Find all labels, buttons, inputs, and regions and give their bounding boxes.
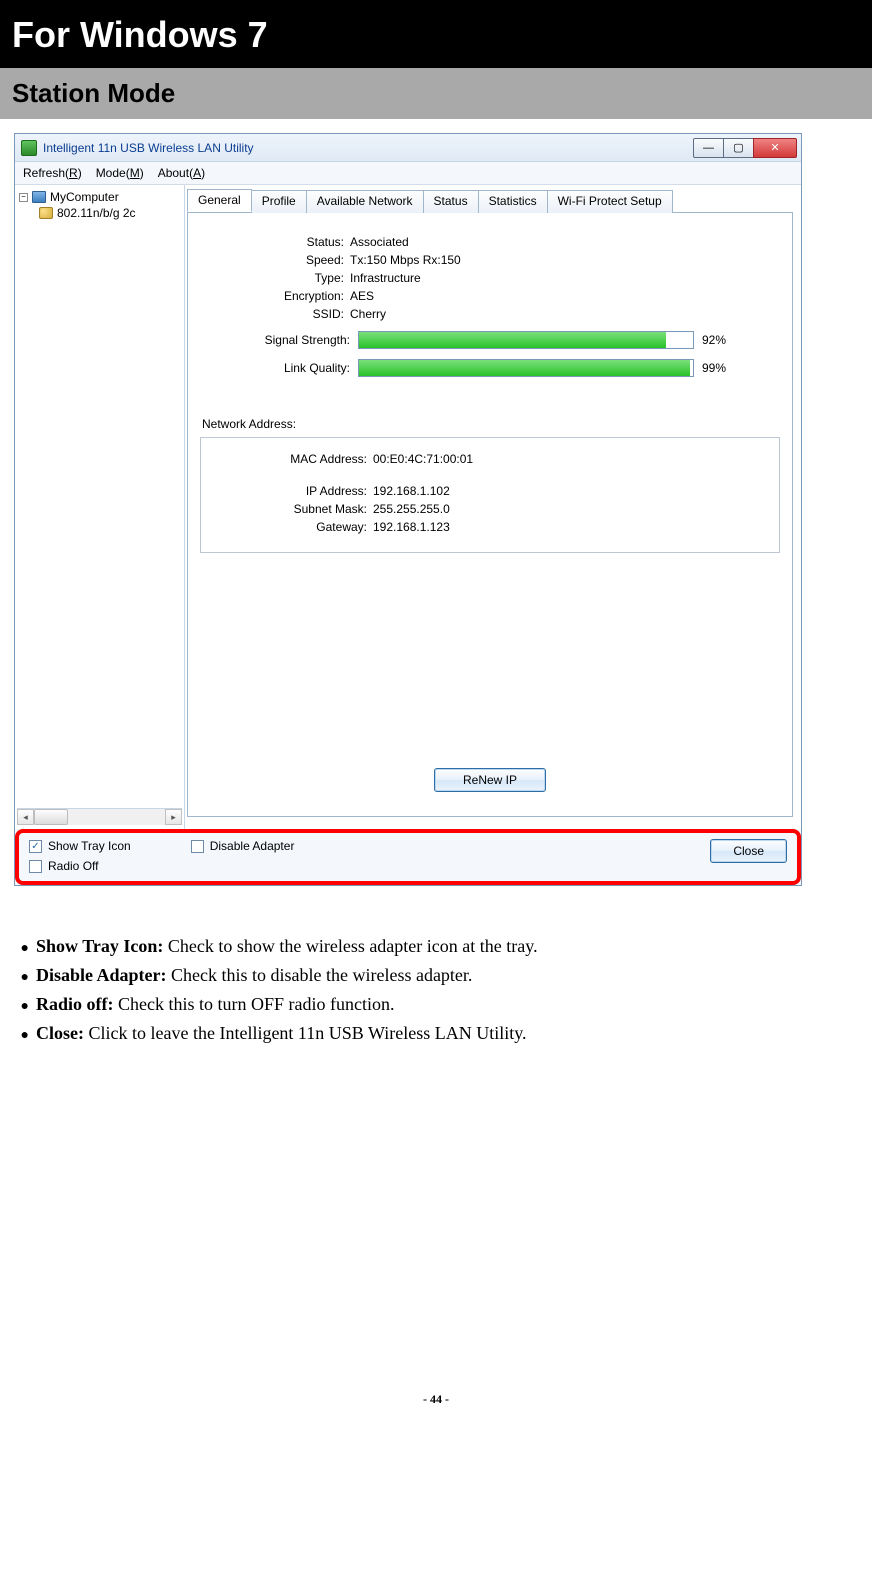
titlebar: Intelligent 11n USB Wireless LAN Utility…: [15, 134, 801, 162]
general-panel: Status: Associated Speed: Tx:150 Mbps Rx…: [187, 213, 793, 817]
menu-mode[interactable]: Mode(M): [96, 166, 144, 180]
value-speed: Tx:150 Mbps Rx:150: [350, 253, 461, 267]
footer-highlight-box: ✓ Show Tray Icon Radio Off Disable Adapt…: [15, 829, 801, 885]
app-window: Intelligent 11n USB Wireless LAN Utility…: [14, 133, 802, 886]
window-close-button[interactable]: ✕: [753, 138, 797, 158]
tree-adapter-label: 802.11n/b/g 2c: [57, 206, 136, 220]
maximize-button[interactable]: ▢: [723, 138, 753, 158]
label-network-address: Network Address:: [200, 417, 780, 431]
list-item: Disable Adapter: Check this to disable t…: [36, 965, 852, 986]
value-ssid: Cherry: [350, 307, 386, 321]
label-speed: Speed:: [200, 253, 350, 267]
checkbox-radio-off[interactable]: Radio Off: [29, 859, 131, 873]
menu-about[interactable]: About(A): [158, 166, 205, 180]
tree-expander-icon[interactable]: −: [19, 193, 28, 202]
checkbox-icon: ✓: [29, 840, 42, 853]
checkbox-show-tray-icon[interactable]: ✓ Show Tray Icon: [29, 839, 131, 853]
tab-general[interactable]: General: [187, 189, 252, 212]
tab-wifi-protect-setup[interactable]: Wi-Fi Protect Setup: [547, 190, 673, 213]
tree-horizontal-scrollbar[interactable]: ◂ ▸: [17, 808, 182, 825]
list-item: Show Tray Icon: Check to show the wirele…: [36, 936, 852, 957]
tree-root-label: MyComputer: [50, 190, 119, 204]
list-item: Close: Click to leave the Intelligent 11…: [36, 1023, 852, 1044]
value-type: Infrastructure: [350, 271, 421, 285]
checkbox-label: Radio Off: [48, 859, 98, 873]
tab-available-network[interactable]: Available Network: [306, 190, 424, 213]
label-signal-strength: Signal Strength:: [200, 333, 350, 347]
value-encryption: AES: [350, 289, 374, 303]
value-gateway: 192.168.1.123: [373, 520, 450, 534]
value-mac: 00:E0:4C:71:00:01: [373, 452, 473, 466]
value-status: Associated: [350, 235, 409, 249]
window-title: Intelligent 11n USB Wireless LAN Utility: [43, 141, 254, 155]
menu-refresh[interactable]: Refresh(R): [23, 166, 82, 180]
minimize-button[interactable]: —: [693, 138, 723, 158]
label-subnet: Subnet Mask:: [213, 502, 373, 516]
value-subnet: 255.255.255.0: [373, 502, 450, 516]
scroll-left-button[interactable]: ◂: [17, 809, 34, 825]
checkbox-icon: [191, 840, 204, 853]
value-ip: 192.168.1.102: [373, 484, 450, 498]
checkbox-label: Disable Adapter: [210, 839, 295, 853]
value-link-quality: 99%: [702, 361, 726, 375]
close-button[interactable]: Close: [710, 839, 787, 863]
label-ip: IP Address:: [213, 484, 373, 498]
tab-profile[interactable]: Profile: [251, 190, 307, 213]
checkbox-disable-adapter[interactable]: Disable Adapter: [191, 839, 295, 853]
link-quality-bar: [358, 359, 694, 377]
menubar: Refresh(R) Mode(M) About(A): [15, 162, 801, 185]
label-mac: MAC Address:: [213, 452, 373, 466]
renew-ip-button[interactable]: ReNew IP: [434, 768, 546, 792]
scroll-thumb[interactable]: [34, 809, 68, 825]
tab-statistics[interactable]: Statistics: [478, 190, 548, 213]
page-number: - 44 -: [0, 1062, 872, 1427]
checkbox-label: Show Tray Icon: [48, 839, 131, 853]
label-gateway: Gateway:: [213, 520, 373, 534]
label-ssid: SSID:: [200, 307, 350, 321]
page-heading-2: Station Mode: [0, 68, 872, 119]
label-encryption: Encryption:: [200, 289, 350, 303]
value-signal-strength: 92%: [702, 333, 726, 347]
label-link-quality: Link Quality:: [200, 361, 350, 375]
signal-strength-bar: [358, 331, 694, 349]
device-tree: − MyComputer 802.11n/b/g 2c ◂ ▸: [15, 185, 185, 829]
tree-root[interactable]: − MyComputer: [17, 189, 182, 205]
tab-status[interactable]: Status: [423, 190, 479, 213]
app-icon: [21, 140, 37, 156]
scroll-right-button[interactable]: ▸: [165, 809, 182, 825]
adapter-icon: [39, 207, 53, 219]
label-type: Type:: [200, 271, 350, 285]
tree-adapter[interactable]: 802.11n/b/g 2c: [17, 205, 182, 221]
computer-icon: [32, 191, 46, 203]
scroll-track[interactable]: [34, 809, 165, 825]
tab-strip: General Profile Available Network Status…: [187, 189, 793, 213]
label-status: Status:: [200, 235, 350, 249]
network-address-box: MAC Address: 00:E0:4C:71:00:01 IP Addres…: [200, 437, 780, 553]
checkbox-icon: [29, 860, 42, 873]
page-heading-1: For Windows 7: [0, 0, 872, 68]
list-item: Radio off: Check this to turn OFF radio …: [36, 994, 852, 1015]
description-list: Show Tray Icon: Check to show the wirele…: [0, 918, 872, 1044]
